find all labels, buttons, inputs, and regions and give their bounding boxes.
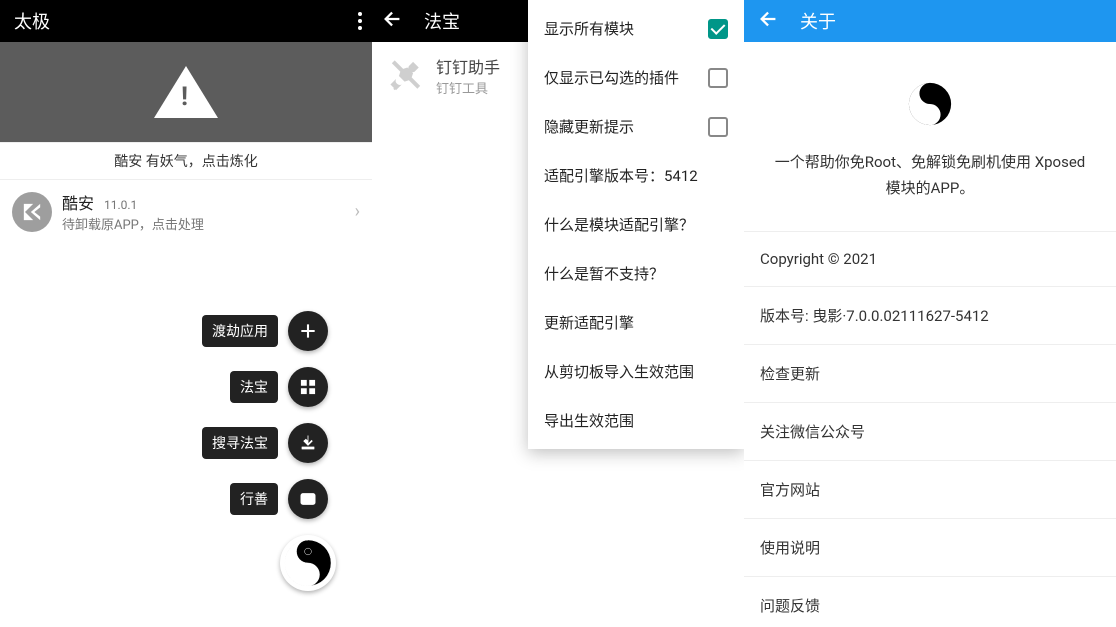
module-name: 钉钉助手	[436, 54, 500, 78]
menu-show-all[interactable]: 显示所有模块	[528, 4, 744, 53]
appbar-title: 关于	[800, 8, 836, 34]
warning-icon	[154, 66, 218, 118]
module-subtitle: 钉钉工具	[436, 78, 500, 97]
app-list-item[interactable]: 酷安 11.0.1 待卸载原APP，点击处理 ›	[0, 180, 372, 243]
fab-money-button[interactable]: $	[288, 479, 328, 519]
dots-icon	[358, 12, 362, 30]
about-version[interactable]: 版本号: 曳影·7.0.0.02111627-5412	[744, 287, 1116, 345]
tools-icon	[386, 56, 426, 96]
menu-show-checked[interactable]: 仅显示已勾选的插件	[528, 53, 744, 102]
menu-label: 隐藏更新提示	[544, 116, 634, 137]
menu-label: 从剪切板导入生效范围	[544, 361, 694, 382]
checkbox-icon	[708, 19, 728, 39]
appbar-main: 太极	[0, 0, 372, 42]
menu-label: 什么是暂不支持？	[544, 263, 664, 284]
about-wechat[interactable]: 关注微信公众号	[744, 403, 1116, 461]
fab-main-button[interactable]	[280, 535, 336, 591]
app-subtitle: 待卸载原APP，点击处理	[62, 214, 355, 233]
menu-label: 更新适配引擎	[544, 312, 634, 333]
menu-engine-version[interactable]: 适配引擎版本号：5412	[528, 151, 744, 200]
appbar-about: 关于	[744, 0, 1116, 42]
menu-label: 适配引擎版本号：5412	[544, 165, 698, 186]
menu-hide-update[interactable]: 隐藏更新提示	[528, 102, 744, 151]
menu-label: 仅显示已勾选的插件	[544, 67, 679, 88]
menu-what-engine[interactable]: 什么是模块适配引擎？	[528, 200, 744, 249]
yinyang-icon	[908, 82, 952, 126]
fab-label-transfer: 渡劫应用	[202, 315, 278, 347]
about-description: 一个帮助你免Root、免解锁免刷机使用 Xposed 模块的APP。	[744, 150, 1116, 231]
module-info: 钉钉助手 钉钉工具	[436, 54, 500, 97]
app-name: 酷安	[62, 194, 94, 213]
warning-banner[interactable]	[0, 42, 372, 142]
about-feedback[interactable]: 问题反馈	[744, 577, 1116, 627]
fab-label-modules: 法宝	[230, 371, 278, 403]
overflow-menu-button[interactable]	[358, 0, 362, 42]
appbar-title: 太极	[14, 8, 50, 34]
menu-export-scope[interactable]: 导出生效范围	[528, 396, 744, 445]
about-copyright: Copyright © 2021	[744, 231, 1116, 287]
menu-label: 什么是模块适配引擎？	[544, 214, 694, 235]
app-version: 11.0.1	[104, 198, 137, 212]
fab-grid-button[interactable]	[288, 367, 328, 407]
menu-import-scope[interactable]: 从剪切板导入生效范围	[528, 347, 744, 396]
dropdown-menu: 显示所有模块 仅显示已勾选的插件 隐藏更新提示 适配引擎版本号：5412 什么是…	[528, 0, 744, 449]
about-usage[interactable]: 使用说明	[744, 519, 1116, 577]
fab-label-search: 搜寻法宝	[202, 427, 278, 459]
appbar-title: 法宝	[424, 8, 460, 34]
menu-update-engine[interactable]: 更新适配引擎	[528, 298, 744, 347]
checkbox-icon	[708, 117, 728, 137]
app-icon	[12, 192, 52, 232]
about-check-update[interactable]: 检查更新	[744, 345, 1116, 403]
about-website[interactable]: 官方网站	[744, 461, 1116, 519]
chevron-right-icon: ›	[355, 201, 360, 222]
yinyang-icon	[284, 539, 332, 587]
fab-add-button[interactable]	[288, 311, 328, 351]
back-button[interactable]	[758, 8, 780, 34]
about-logo	[744, 42, 1116, 150]
checkbox-icon	[708, 68, 728, 88]
menu-what-unsupported[interactable]: 什么是暂不支持？	[528, 249, 744, 298]
fab-download-button[interactable]	[288, 423, 328, 463]
fab-label-donate: 行善	[230, 483, 278, 515]
app-info: 酷安 11.0.1 待卸载原APP，点击处理	[62, 190, 355, 233]
back-button[interactable]	[382, 8, 404, 34]
svg-text:$: $	[306, 495, 310, 504]
menu-label: 显示所有模块	[544, 18, 634, 39]
banner-text[interactable]: 酷安 有妖气，点击炼化	[0, 142, 372, 180]
menu-label: 导出生效范围	[544, 410, 634, 431]
